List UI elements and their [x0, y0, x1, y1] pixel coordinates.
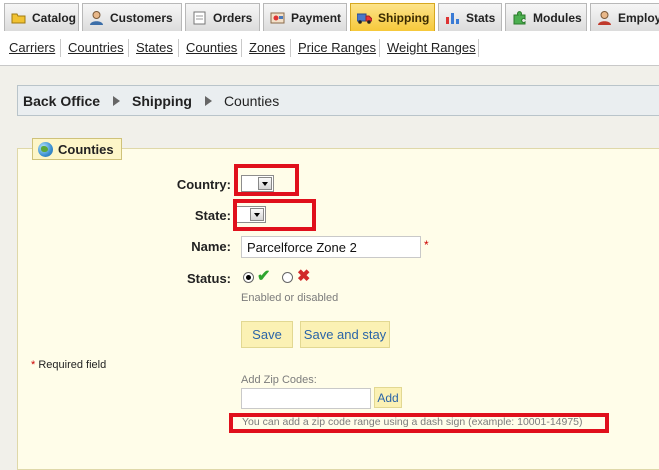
tab-label: Employees: [618, 10, 659, 25]
tab-stats[interactable]: Stats: [438, 3, 502, 31]
highlight-box: [233, 199, 316, 231]
tab-modules[interactable]: Modules: [505, 3, 587, 31]
sub-navigation: Carriers Countries States Counties Zones…: [0, 34, 659, 66]
subnav-price-ranges[interactable]: Price Ranges: [298, 40, 376, 55]
puzzle-icon: [512, 10, 527, 25]
subnav-states[interactable]: States: [136, 40, 173, 55]
state-label: State:: [194, 208, 231, 223]
tab-label: Stats: [466, 10, 496, 25]
required-mark: *: [31, 359, 36, 371]
tab-label: Payment: [291, 10, 342, 25]
chevron-right-icon: [113, 95, 121, 106]
cross-icon: ✖: [297, 268, 311, 285]
zip-hint: You can add a zip code range using a das…: [242, 416, 583, 428]
payment-icon: [270, 10, 285, 25]
save-and-stay-button[interactable]: Save and stay: [300, 321, 390, 348]
globe-icon: [38, 141, 53, 157]
tab-employees[interactable]: Employees: [590, 3, 659, 31]
orders-icon: [192, 10, 207, 25]
highlight-box: [234, 164, 299, 196]
name-input[interactable]: Parcelforce Zone 2: [241, 236, 421, 258]
main-tabs: Catalog Customers Orders Payment Shippin…: [0, 0, 659, 35]
folder-icon: [11, 10, 26, 25]
subnav-weight-ranges[interactable]: Weight Ranges: [387, 40, 476, 55]
save-button[interactable]: Save: [241, 321, 293, 348]
tab-label: Catalog: [32, 10, 77, 25]
breadcrumb-shipping[interactable]: Shipping: [132, 93, 192, 109]
chart-icon: [445, 10, 460, 25]
subnav-counties[interactable]: Counties: [186, 40, 237, 55]
required-field-text: Required field: [38, 359, 107, 371]
separator: [60, 39, 61, 57]
separator: [178, 39, 179, 57]
separator: [379, 39, 380, 57]
add-zip-button[interactable]: Add: [374, 387, 402, 408]
tab-customers[interactable]: Customers: [82, 3, 182, 31]
truck-icon: [356, 10, 373, 25]
tab-shipping[interactable]: Shipping: [350, 3, 435, 31]
status-enabled-radio[interactable]: [243, 272, 254, 283]
breadcrumb-back-office[interactable]: Back Office: [23, 93, 100, 109]
subnav-countries[interactable]: Countries: [68, 40, 124, 55]
tab-payment[interactable]: Payment: [263, 3, 347, 31]
tab-label: Shipping: [378, 10, 430, 25]
tab-catalog[interactable]: Catalog: [4, 3, 79, 31]
employee-icon: [597, 10, 612, 25]
breadcrumb: Back Office Shipping Counties: [17, 85, 659, 116]
legend-title: Counties: [58, 141, 114, 157]
required-mark: *: [424, 238, 429, 252]
separator: [478, 39, 479, 57]
country-label: Country:: [176, 177, 231, 192]
customer-icon: [89, 10, 104, 25]
required-field-note: * Required field: [31, 359, 106, 371]
check-icon: ✔: [257, 268, 271, 285]
tab-label: Orders: [213, 10, 253, 25]
status-hint: Enabled or disabled: [241, 292, 339, 304]
subnav-zones[interactable]: Zones: [249, 40, 285, 55]
fieldset-legend: Counties: [32, 138, 122, 160]
subnav-carriers[interactable]: Carriers: [9, 40, 55, 55]
chevron-right-icon: [204, 95, 212, 106]
breadcrumb-current: Counties: [223, 92, 280, 109]
tab-orders[interactable]: Orders: [185, 3, 260, 31]
separator: [128, 39, 129, 57]
separator: [241, 39, 242, 57]
name-label: Name:: [191, 239, 231, 254]
tab-label: Modules: [533, 10, 582, 25]
zip-code-input[interactable]: [241, 388, 371, 409]
separator: [290, 39, 291, 57]
tab-label: Customers: [110, 10, 173, 25]
status-disabled-radio[interactable]: [282, 272, 293, 283]
status-label: Status:: [186, 271, 231, 286]
zip-codes-label: Add Zip Codes:: [241, 374, 317, 386]
